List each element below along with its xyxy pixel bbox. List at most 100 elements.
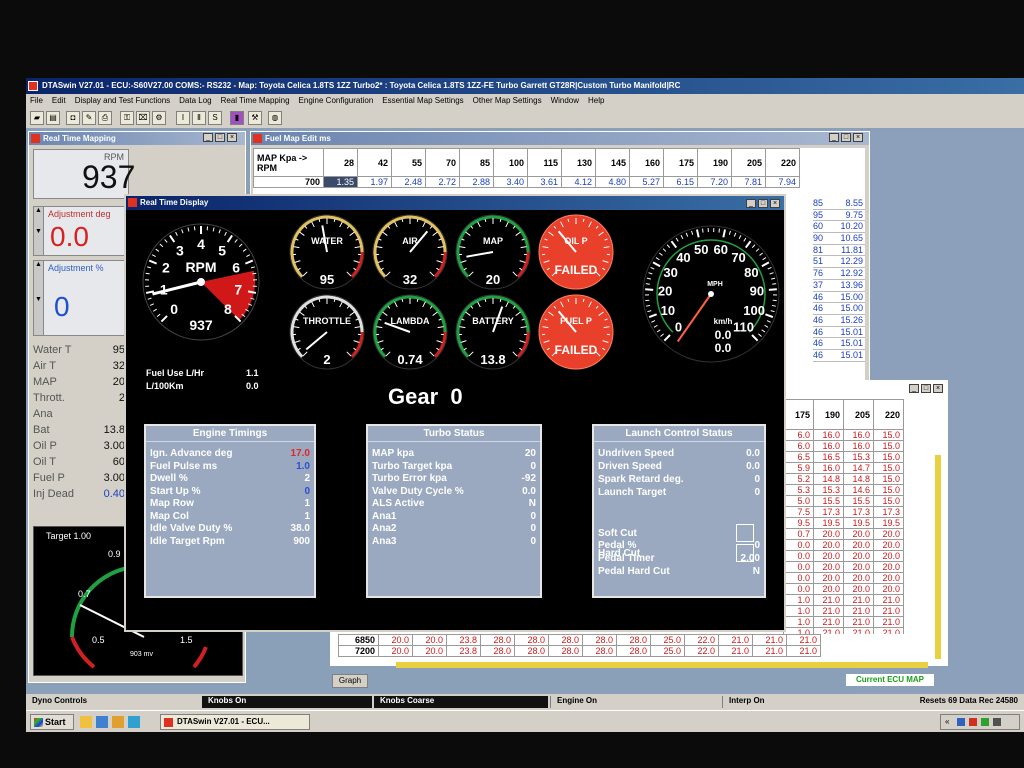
fuel-map-cell[interactable]: 2.72 [425, 176, 460, 188]
menu-item[interactable]: Help [588, 94, 604, 108]
wrench-icon[interactable]: ⚒ [248, 111, 262, 125]
map-cell[interactable]: 15.0 [873, 484, 904, 496]
menu-item[interactable]: Edit [52, 94, 66, 108]
fuel-map-row[interactable]: 46 15.00 [813, 292, 865, 304]
adj-deg-spinner[interactable]: ▲ ▼ [34, 207, 44, 255]
fuel-map-row[interactable]: 46 15.01 [813, 338, 865, 350]
dyno-controls[interactable]: Dyno Controls [32, 696, 87, 705]
map-cell[interactable]: 28.0 [548, 634, 583, 646]
i-button[interactable]: I [176, 111, 190, 125]
folder-icon[interactable]: ▤ [46, 111, 60, 125]
map-cell[interactable]: 21.0 [752, 645, 787, 657]
map-cell[interactable]: 21.0 [843, 605, 874, 617]
menu-item[interactable]: Display and Test Functions [75, 94, 170, 108]
fuel-map-cell[interactable]: 1.35 [323, 176, 358, 188]
fuel-map-row[interactable]: 60 10.20 [813, 221, 865, 234]
map-cell[interactable]: 19.5 [813, 517, 844, 529]
map-row-header[interactable]: 7200 [338, 645, 379, 657]
fuel-map-cell[interactable]: 1.97 [357, 176, 392, 188]
s-button[interactable]: S [208, 111, 222, 125]
edit-icon[interactable]: ✎ [82, 111, 96, 125]
map-cell[interactable]: 15.3 [843, 451, 874, 463]
map-cell[interactable]: 5.0 [783, 495, 814, 507]
fuel-map-cell[interactable]: 7.94 [765, 176, 800, 188]
map-cell[interactable]: 6.5 [783, 451, 814, 463]
map-cell[interactable]: 17.3 [843, 506, 874, 518]
map-cell[interactable]: 17.3 [813, 506, 844, 518]
map-cell[interactable]: 19.5 [873, 517, 904, 529]
menu-item[interactable]: Real Time Mapping [221, 94, 290, 108]
maximize-button[interactable]: □ [921, 384, 931, 393]
map-cell[interactable]: 17.3 [873, 506, 904, 518]
menu-item[interactable]: Essential Map Settings [382, 94, 463, 108]
map-cell[interactable]: 15.3 [813, 484, 844, 496]
map-cell[interactable]: 28.0 [616, 634, 651, 646]
map-cell[interactable]: 20.0 [843, 572, 874, 584]
menu-item[interactable]: Engine Configuration [299, 94, 374, 108]
map-cell[interactable]: 23.8 [446, 634, 481, 646]
adj-pct-spinner[interactable]: ▲ ▼ [34, 261, 44, 335]
map-cell[interactable]: 21.0 [752, 634, 787, 646]
map-cell[interactable]: 20.0 [873, 572, 904, 584]
map-cell[interactable]: 0.0 [783, 583, 814, 595]
open-icon[interactable]: ▰ [30, 111, 44, 125]
map-cell[interactable]: 1.0 [783, 605, 814, 617]
map-cell[interactable]: 5.3 [783, 484, 814, 496]
engine-on[interactable]: Engine On [550, 696, 720, 708]
map-cell[interactable]: 28.0 [582, 645, 617, 657]
map-cell[interactable]: 20.0 [813, 550, 844, 562]
map-cell[interactable]: 15.0 [873, 451, 904, 463]
map-cell[interactable]: 22.0 [684, 645, 719, 657]
rtm-title-bar[interactable]: Real Time Mapping [29, 132, 245, 145]
app-title-bar[interactable]: DTASwin V27.01 - ECU:-S60V27.00 COMS:- R… [26, 78, 1024, 94]
map-cell[interactable]: 20.0 [843, 539, 874, 551]
map-cell[interactable]: 20.0 [813, 561, 844, 573]
menu-item[interactable]: Window [551, 94, 579, 108]
maximize-button[interactable]: □ [215, 133, 225, 142]
map-cell[interactable]: 28.0 [514, 645, 549, 657]
fuel-map-row[interactable]: 46 15.26 [813, 315, 865, 327]
map-cell[interactable]: 15.0 [873, 462, 904, 474]
fuel-map-row[interactable]: 85 8.55 [813, 198, 865, 210]
map-cell[interactable]: 20.0 [873, 528, 904, 540]
map-hscrollbar[interactable] [396, 662, 928, 668]
fuel-map-row[interactable]: 90 10.65 [813, 233, 865, 245]
fuel-map-title-bar[interactable]: Fuel Map Edit ms [251, 132, 869, 145]
map-cell[interactable]: 0.0 [783, 572, 814, 584]
bars-icon[interactable]: Ⅱ [192, 111, 206, 125]
map-cell[interactable]: 0.0 [783, 550, 814, 562]
map-cell[interactable]: 16.0 [813, 440, 844, 452]
map-cell[interactable]: 20.0 [843, 528, 874, 540]
close-button[interactable]: × [853, 133, 863, 142]
map-cell[interactable]: 21.0 [718, 634, 753, 646]
map-cell[interactable]: 16.0 [843, 440, 874, 452]
minimize-button[interactable]: _ [829, 133, 839, 142]
save-icon[interactable]: ◘ [66, 111, 80, 125]
map-cell[interactable]: 20.0 [843, 583, 874, 595]
print-icon[interactable]: ⎙ [98, 111, 112, 125]
fuel-map-cell[interactable]: 4.12 [561, 176, 596, 188]
close-button[interactable]: × [933, 384, 943, 393]
fuel-map-cell[interactable]: 4.80 [595, 176, 630, 188]
globe-icon[interactable]: ◍ [268, 111, 282, 125]
fuel-map-cell[interactable]: 3.61 [527, 176, 562, 188]
tray-alert-icon[interactable] [969, 718, 977, 726]
map-cell[interactable]: 21.0 [813, 616, 844, 628]
map-cell[interactable]: 15.0 [873, 440, 904, 452]
maximize-button[interactable]: □ [841, 133, 851, 142]
map-cell[interactable]: 20.0 [813, 583, 844, 595]
tools-icon[interactable]: ⚙ [152, 111, 166, 125]
map-cell[interactable]: 0.7 [783, 528, 814, 540]
knobs-coarse[interactable]: Knobs Coarse [374, 696, 548, 708]
menu-item[interactable]: Data Log [179, 94, 211, 108]
map-cell[interactable]: 20.0 [873, 539, 904, 551]
map-cell[interactable]: 20.0 [378, 645, 413, 657]
map-cell[interactable]: 9.5 [783, 517, 814, 529]
map-cell[interactable]: 5.9 [783, 462, 814, 474]
map-cell[interactable]: 21.0 [813, 594, 844, 606]
map-cell[interactable]: 16.0 [843, 429, 874, 441]
map-cell[interactable]: 20.0 [873, 561, 904, 573]
map-cell[interactable]: 25.0 [650, 645, 685, 657]
map-cell[interactable]: 21.0 [873, 605, 904, 617]
chart-icon[interactable]: ▮ [230, 111, 244, 125]
